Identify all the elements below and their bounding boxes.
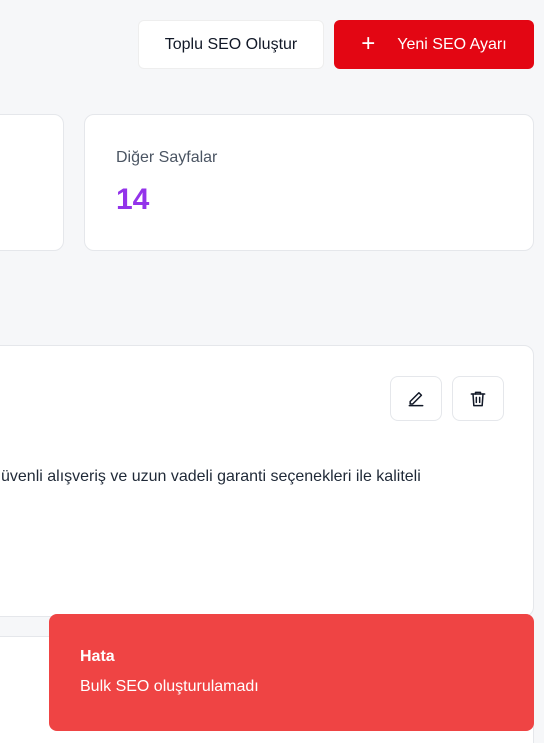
seo-description: üvenli alışveriş ve uzun vadeli garanti … bbox=[1, 468, 421, 485]
new-seo-button-label: Yeni SEO Ayarı bbox=[397, 35, 507, 53]
plus-icon: + bbox=[361, 29, 376, 57]
toast-title: Hata bbox=[80, 648, 115, 665]
stat-card-other-pages: Diğer Sayfalar 14 bbox=[84, 114, 534, 251]
delete-button[interactable] bbox=[452, 376, 504, 421]
edit-button[interactable] bbox=[390, 376, 442, 421]
stat-card-partial bbox=[0, 114, 64, 251]
stat-label: Diğer Sayfalar bbox=[116, 149, 218, 166]
pencil-icon bbox=[408, 391, 424, 406]
stat-value: 14 bbox=[116, 183, 150, 216]
error-toast[interactable]: Hata Bulk SEO oluşturulamadı bbox=[49, 614, 534, 731]
new-seo-button[interactable]: + Yeni SEO Ayarı bbox=[334, 20, 534, 69]
seo-item-card: üvenli alışveriş ve uzun vadeli garanti … bbox=[0, 345, 534, 617]
bulk-seo-button[interactable]: Toplu SEO Oluştur bbox=[138, 20, 324, 69]
trash-icon bbox=[470, 391, 486, 406]
toast-message: Bulk SEO oluşturulamadı bbox=[80, 678, 259, 695]
bulk-seo-button-label: Toplu SEO Oluştur bbox=[164, 35, 298, 53]
